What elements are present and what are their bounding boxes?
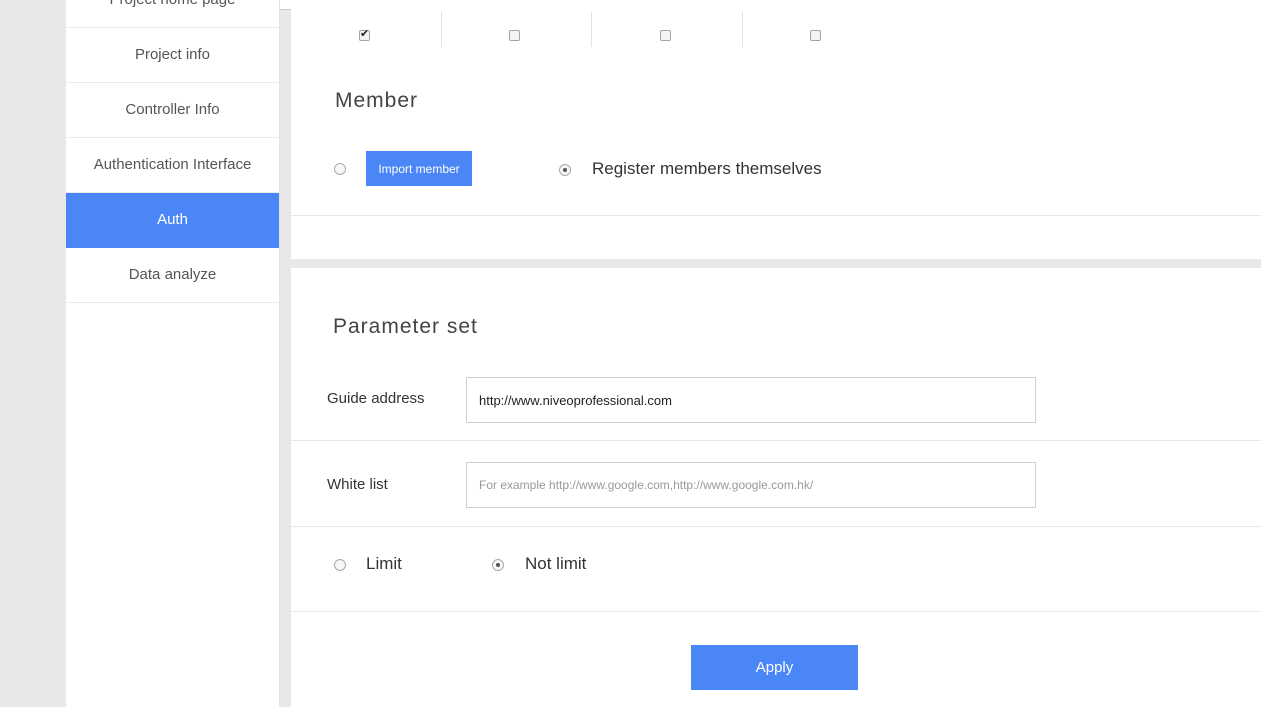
divider [291, 440, 1261, 441]
permission-checkbox-3[interactable] [660, 30, 671, 41]
permission-cell [742, 12, 892, 47]
divider [291, 215, 1261, 216]
sidebar-item-project-info[interactable]: Project info [66, 28, 279, 83]
divider [291, 526, 1261, 527]
import-member-button[interactable]: Import member [366, 151, 472, 186]
permission-cell [592, 12, 743, 47]
sidebar-item-data-analyze[interactable]: Data analyze [66, 248, 279, 303]
white-list-label: White list [327, 476, 388, 493]
permission-checkbox-2[interactable] [509, 30, 520, 41]
parameter-section-title: Parameter set [333, 315, 478, 338]
guide-address-input[interactable] [466, 377, 1036, 423]
divider [291, 611, 1261, 612]
register-members-label: Register members themselves [592, 159, 822, 178]
sidebar-item-controller-info[interactable]: Controller Info [66, 83, 279, 138]
import-member-radio[interactable] [334, 163, 346, 175]
white-list-input[interactable] [466, 462, 1036, 508]
limit-radio[interactable] [334, 559, 346, 571]
sidebar: Project home page Project info Controlle… [66, 0, 280, 707]
sidebar-item-project-home[interactable]: Project home page [66, 0, 279, 28]
not-limit-label: Not limit [525, 554, 587, 573]
sidebar-item-auth[interactable]: Auth [66, 193, 279, 248]
parameter-panel: Parameter set Guide address White list L… [291, 268, 1261, 707]
permission-cell [441, 12, 592, 47]
permission-cell [291, 12, 442, 47]
permission-checkbox-row [291, 12, 891, 47]
guide-address-label: Guide address [327, 390, 425, 407]
limit-label: Limit [366, 554, 402, 573]
apply-button[interactable]: Apply [691, 645, 858, 690]
member-section-title: Member [335, 89, 419, 112]
member-panel: Member Import member Register members th… [291, 0, 1261, 259]
sidebar-item-authentication-interface[interactable]: Authentication Interface [66, 138, 279, 193]
permission-checkbox-1[interactable] [359, 27, 370, 41]
not-limit-radio[interactable] [492, 559, 504, 571]
permission-checkbox-4[interactable] [810, 30, 821, 41]
register-members-radio[interactable] [559, 164, 571, 176]
